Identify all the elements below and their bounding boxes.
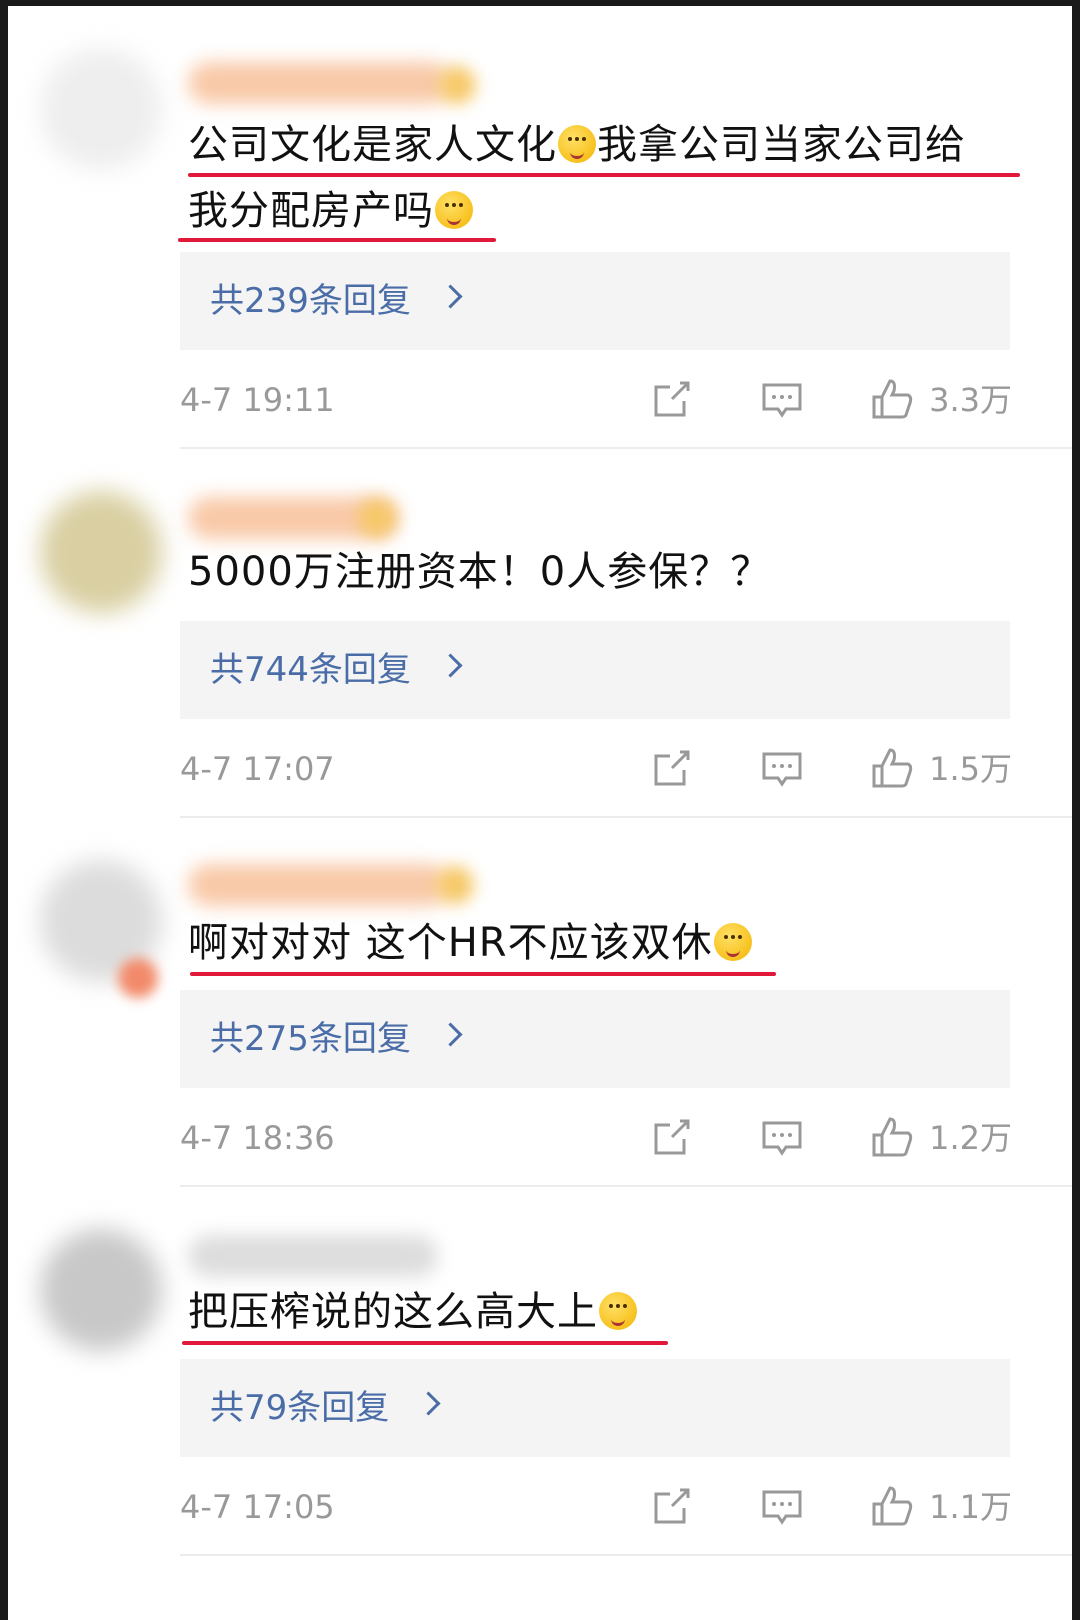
chevron-right-icon (438, 284, 463, 309)
like-count: 1.5万 (929, 750, 1012, 788)
chevron-right-icon (416, 1391, 441, 1416)
comment-text-part: 我分配房产吗 (188, 188, 434, 234)
share-icon[interactable] (650, 746, 694, 790)
highlight-underline (188, 173, 1020, 177)
reply-summary[interactable]: 共239条回复 (180, 252, 1010, 350)
reply-count-link[interactable]: 共275条回复 (210, 1016, 411, 1062)
reply-summary[interactable]: 共744条回复 (180, 621, 1010, 719)
username-blurred[interactable] (188, 1235, 438, 1277)
comment-list: 公司文化是家人文化 我拿公司当家公司给 我分配房产吗 共239条回复 4-7 19… (8, 6, 1072, 1620)
username-blurred[interactable] (188, 864, 448, 906)
user-badge-icon (438, 66, 476, 104)
share-icon[interactable] (650, 1115, 694, 1159)
timestamp: 4-7 17:05 (180, 1488, 335, 1526)
doge-emoji-icon (558, 125, 596, 163)
comment-item: 把压榨说的这么高大上 共79条回复 4-7 17:05 1.1万 (8, 1187, 1072, 1568)
comment-item: 啊对对对 这个HR不应该双休 共275条回复 4-7 18:36 1.2万 (8, 818, 1072, 1199)
divider (180, 1554, 1072, 1556)
timestamp: 4-7 18:36 (180, 1119, 335, 1157)
comment-icon[interactable] (760, 746, 804, 790)
share-icon[interactable] (650, 377, 694, 421)
comment-text-part: 把压榨说的这么高大上 (188, 1289, 598, 1335)
avatar[interactable] (40, 491, 162, 613)
thumbs-up-icon[interactable] (870, 1115, 914, 1159)
avatar[interactable] (40, 1229, 162, 1351)
comment-text: 把压榨说的这么高大上 (188, 1279, 638, 1345)
comment-meta: 4-7 19:11 3.3万 (180, 375, 1012, 425)
comment-text: 我分配房产吗 (188, 178, 474, 244)
crying-laugh-emoji-icon (599, 1292, 637, 1330)
comment-text-part: 公司文化是家人文化 (188, 122, 557, 168)
chevron-right-icon (438, 653, 463, 678)
reply-summary[interactable]: 共79条回复 (180, 1359, 1010, 1457)
hug-emoji-icon (435, 191, 473, 229)
like-count: 1.2万 (929, 1119, 1012, 1157)
comment-meta: 4-7 17:05 1.1万 (180, 1482, 1012, 1532)
highlight-underline (190, 972, 776, 976)
highlight-underline (182, 1341, 668, 1345)
comment-meta: 4-7 17:07 1.5万 (180, 744, 1012, 794)
reply-count-link[interactable]: 共79条回复 (210, 1385, 389, 1431)
timestamp: 4-7 17:07 (180, 750, 335, 788)
comment-text-part: 5000万注册资本！0人参保？？ (188, 549, 772, 595)
comment-icon[interactable] (760, 1484, 804, 1528)
username-blurred[interactable] (188, 62, 450, 104)
reply-count-link[interactable]: 共239条回复 (210, 278, 411, 324)
comment-icon[interactable] (760, 1115, 804, 1159)
like-count: 1.1万 (929, 1488, 1012, 1526)
comment-meta: 4-7 18:36 1.2万 (180, 1113, 1012, 1163)
like-count: 3.3万 (929, 381, 1012, 419)
comment-text-part: 啊对对对 这个HR不应该双休 (188, 920, 713, 966)
comment-icon[interactable] (760, 377, 804, 421)
comment-text: 5000万注册资本！0人参保？？ (188, 539, 771, 605)
user-badge-icon (436, 866, 474, 904)
thumbs-up-icon[interactable] (870, 746, 914, 790)
user-badge-icon (358, 499, 396, 537)
chevron-right-icon (438, 1022, 463, 1047)
avatar[interactable] (40, 48, 162, 170)
timestamp: 4-7 19:11 (180, 381, 335, 419)
thumbs-up-icon[interactable] (870, 377, 914, 421)
thumbs-up-icon[interactable] (870, 1484, 914, 1528)
reply-count-link[interactable]: 共744条回复 (210, 647, 411, 693)
comment-text-part: 我拿公司当家公司给 (597, 122, 966, 168)
comment-text: 啊对对对 这个HR不应该双休 (188, 910, 753, 976)
share-icon[interactable] (650, 1484, 694, 1528)
highlight-underline (178, 238, 496, 242)
comment-item: 公司文化是家人文化 我拿公司当家公司给 我分配房产吗 共239条回复 4-7 19… (8, 6, 1072, 449)
comment-text: 公司文化是家人文化 我拿公司当家公司给 (188, 112, 966, 178)
comment-item: 5000万注册资本！0人参保？？ 共744条回复 4-7 17:07 1.5万 (8, 449, 1072, 830)
avatar-badge (118, 958, 158, 998)
sweat-emoji-icon (713, 923, 752, 961)
reply-summary[interactable]: 共275条回复 (180, 990, 1010, 1088)
